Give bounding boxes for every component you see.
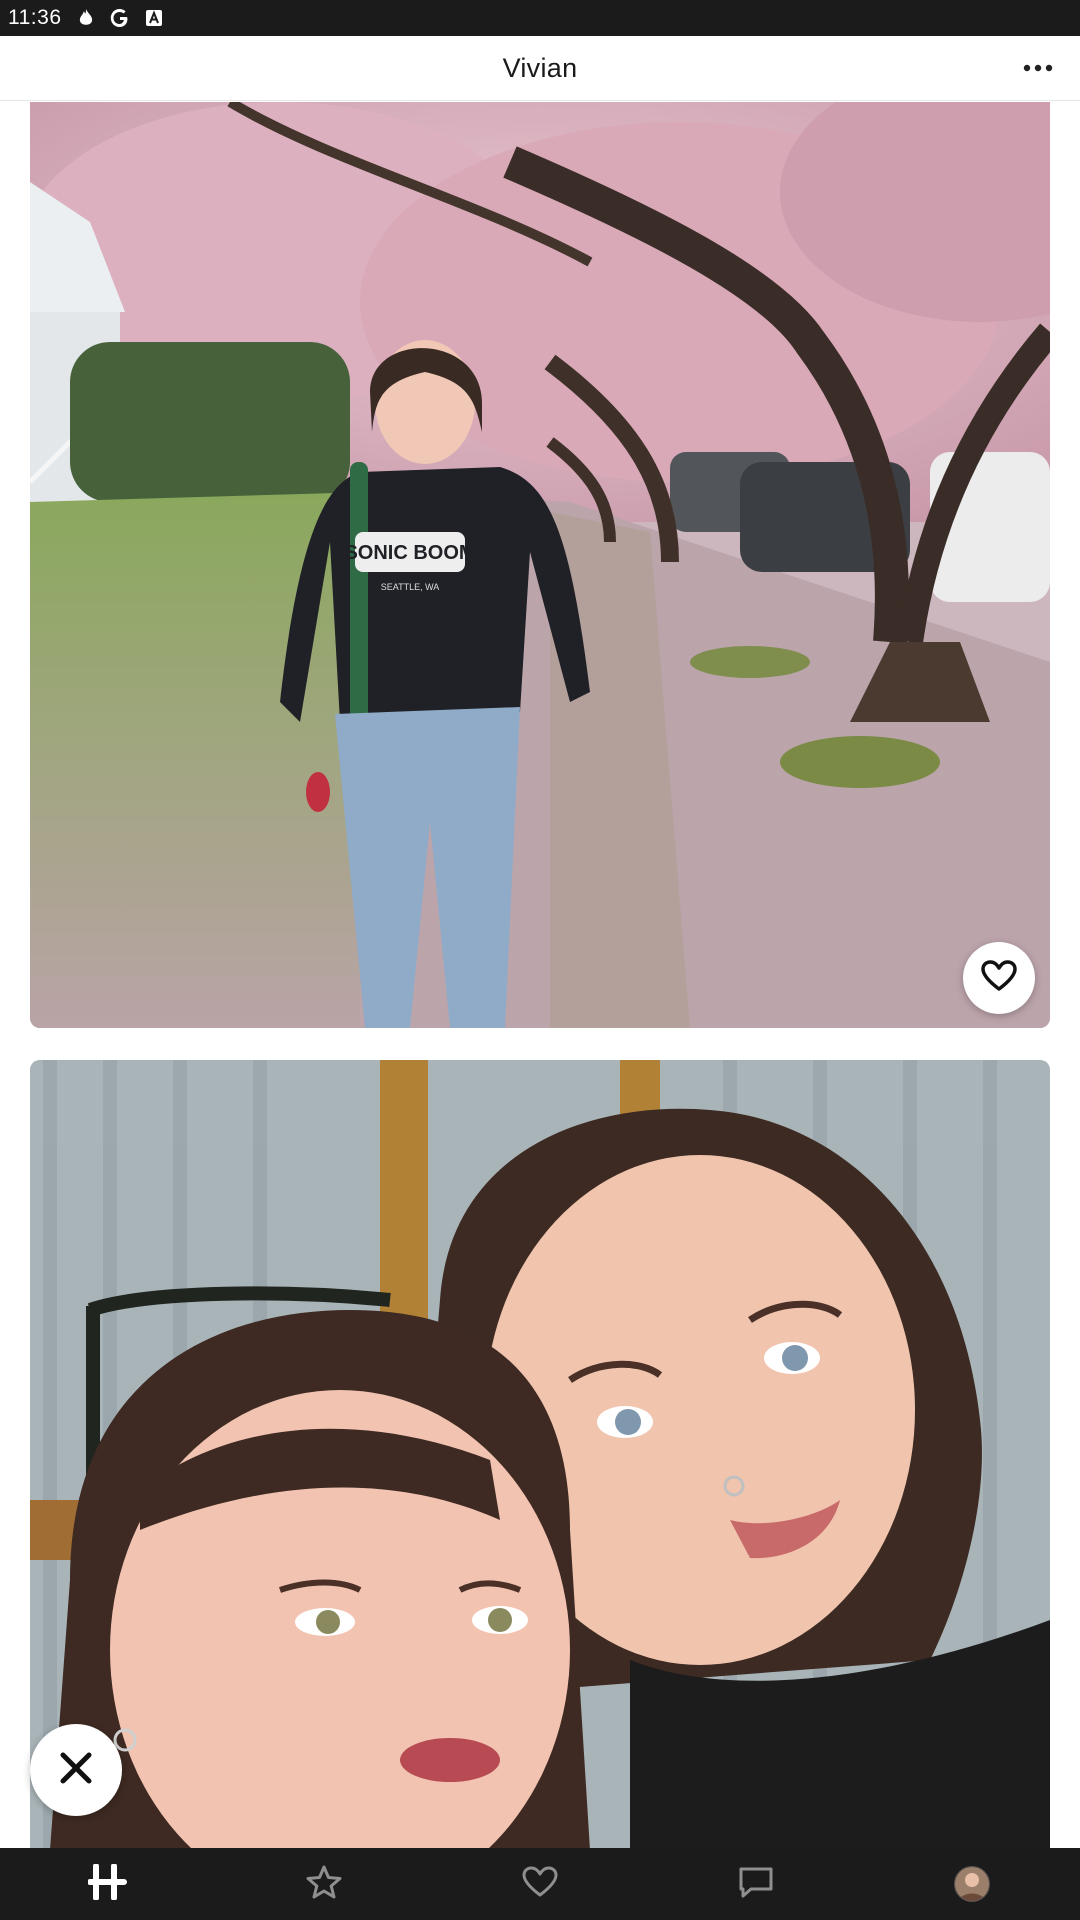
skip-profile-button[interactable] bbox=[30, 1724, 122, 1816]
tab-standouts[interactable] bbox=[264, 1848, 384, 1920]
tab-likes[interactable] bbox=[480, 1848, 600, 1920]
bottom-tab-bar bbox=[0, 1848, 1080, 1920]
heart-icon bbox=[522, 1866, 558, 1903]
avatar bbox=[954, 1866, 990, 1902]
shirt-print-subtext: SEATTLE, WA bbox=[381, 582, 440, 592]
keyboard-a-icon bbox=[144, 8, 164, 28]
shirt-print-text: SONIC BOOM bbox=[344, 542, 475, 564]
hinge-home-icon bbox=[87, 1862, 128, 1905]
tab-profile[interactable] bbox=[912, 1848, 1032, 1920]
star-icon bbox=[306, 1865, 342, 1904]
more-horizontal-icon[interactable] bbox=[1016, 52, 1060, 84]
status-time: 11:36 bbox=[8, 6, 62, 29]
tab-discover[interactable] bbox=[48, 1848, 168, 1920]
page-title: Vivian bbox=[502, 52, 578, 83]
like-photo-button[interactable] bbox=[963, 942, 1035, 1014]
profile-photo-2[interactable] bbox=[30, 1060, 1050, 1850]
chat-icon bbox=[737, 1865, 775, 1904]
close-x-icon bbox=[58, 1750, 94, 1791]
profile-photo-1[interactable]: SONIC BOOM SEATTLE, WA bbox=[30, 102, 1050, 1028]
google-icon bbox=[110, 8, 130, 28]
tab-matches[interactable] bbox=[696, 1848, 816, 1920]
heart-icon bbox=[981, 959, 1017, 997]
flame-icon bbox=[76, 8, 96, 28]
status-bar: 11:36 bbox=[0, 0, 1080, 36]
profile-header: Vivian bbox=[0, 36, 1080, 101]
